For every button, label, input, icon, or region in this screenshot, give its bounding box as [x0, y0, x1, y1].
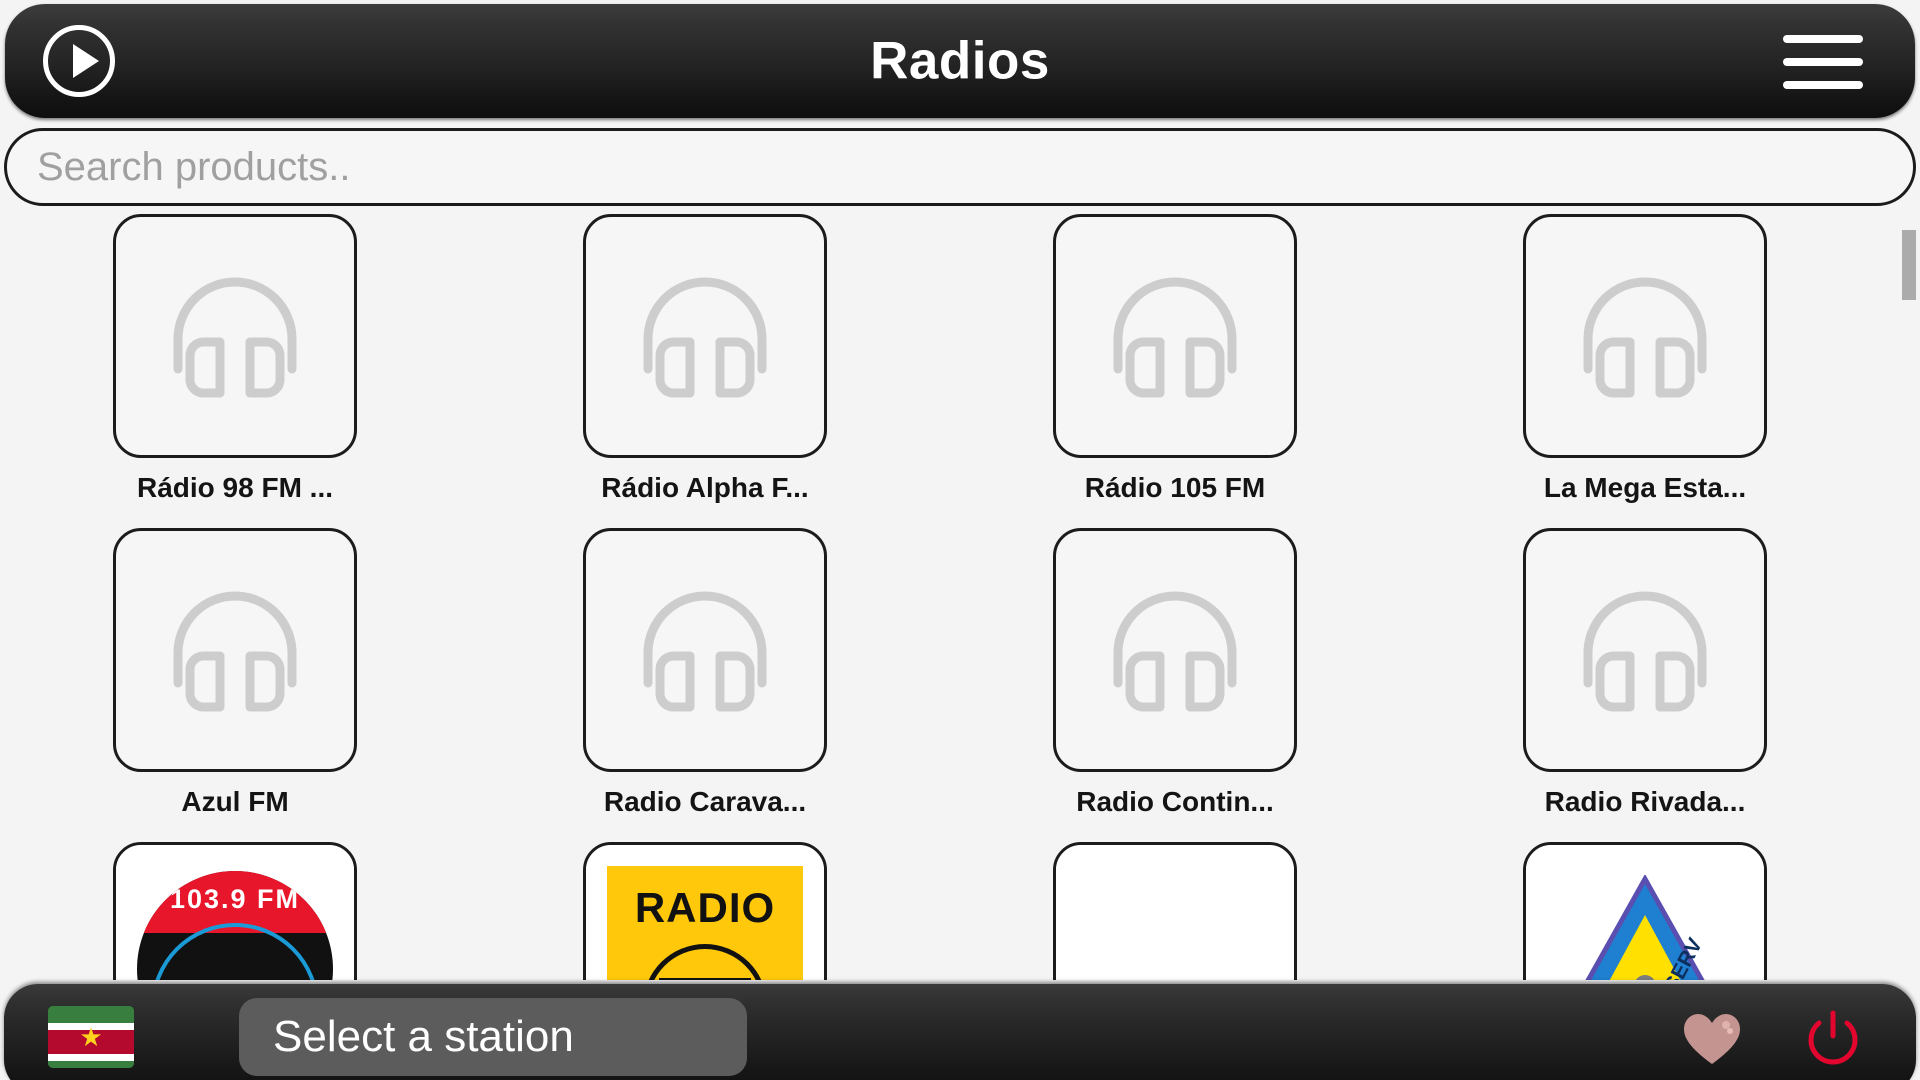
station-thumbnail[interactable] [1523, 214, 1767, 458]
select-station-label: Select a station [273, 1012, 574, 1061]
station-cell[interactable]: Radio Contin... [940, 528, 1410, 816]
station-thumbnail[interactable] [1053, 528, 1297, 772]
headphones-icon [1113, 591, 1237, 712]
station-cell[interactable]: Rádio Alpha F... [470, 214, 940, 502]
logo-triangle-icon: ACMESERV [1585, 875, 1707, 980]
logo-yellow-card: RADIO [607, 866, 803, 980]
station-thumbnail[interactable] [583, 214, 827, 458]
station-name-label: La Mega Esta... [1543, 472, 1747, 503]
station-name-label: Radio Carava... [603, 786, 807, 817]
station-grid: Rádio 98 FM ... Rádio Alpha F... Rádio 105… [0, 214, 1880, 980]
hamburger-menu-icon[interactable] [1783, 33, 1863, 89]
station-logo-radio-yellow: RADIO [586, 845, 824, 980]
select-station-button[interactable]: Select a station [239, 998, 747, 1076]
station-logo-acme: ACMESERV [1526, 845, 1764, 980]
radios-app-window: Radios Rádio 98 FM ...Rádio Alpha F...Rá… [0, 0, 1920, 1080]
station-name-label: Rádio 98 FM ... [136, 472, 334, 503]
station-thumbnail[interactable]: ACMESERV [1523, 842, 1767, 980]
station-thumbnail[interactable]: CB RADIO [1053, 842, 1297, 980]
station-cell[interactable]: CB RADIO [940, 842, 1410, 980]
heart-svg [1684, 1014, 1740, 1064]
page-title: Radios [870, 31, 1050, 91]
headphones-icon [643, 277, 767, 398]
station-cell[interactable]: 103.9 FM [0, 842, 470, 980]
station-thumbnail[interactable]: RADIO [583, 842, 827, 980]
headphones-icon [173, 277, 297, 398]
search-input[interactable] [7, 144, 1913, 190]
power-svg [1808, 1010, 1858, 1065]
station-cell[interactable]: Azul FM [0, 528, 470, 816]
station-cell[interactable]: RADIO [470, 842, 940, 980]
station-name-label: Azul FM [181, 786, 289, 817]
station-grid-scroll-area[interactable]: Rádio 98 FM ... Rádio Alpha F... Rádio 105… [0, 214, 1920, 980]
menu-bar-top [1783, 35, 1863, 43]
station-cell[interactable]: Radio Rivada... [1410, 528, 1880, 816]
heart-icon[interactable] [1672, 1000, 1752, 1078]
station-thumbnail[interactable] [113, 214, 357, 458]
headphones-icon [1583, 591, 1707, 712]
suriname-flag-icon[interactable]: ★ [48, 1006, 134, 1068]
logo-disc: 103.9 FM [137, 871, 333, 980]
logo-sun-arc [643, 944, 767, 980]
flag-stripe-white-bottom [48, 1054, 134, 1061]
station-thumbnail[interactable] [1523, 528, 1767, 772]
station-logo-1039fm: 103.9 FM [116, 845, 354, 980]
logo-frequency-text: 103.9 FM [169, 884, 301, 914]
flag-stripe-green-top [48, 1006, 134, 1023]
flag-stripe-green-bottom [48, 1061, 134, 1068]
station-cell[interactable]: Rádio 98 FM ... [0, 214, 470, 502]
station-cell[interactable]: Rádio 105 FM [940, 214, 1410, 502]
station-cell[interactable]: La Mega Esta... [1410, 214, 1880, 502]
logo-mountain-icon [163, 963, 307, 980]
flag-star-icon: ★ [79, 1022, 103, 1052]
bottom-bar: ★ Select a station [4, 984, 1916, 1080]
menu-bar-middle [1783, 58, 1863, 66]
station-thumbnail[interactable] [1053, 214, 1297, 458]
station-name-label: Rádio 105 FM [1084, 472, 1266, 503]
power-icon[interactable] [1792, 1000, 1874, 1078]
station-name-label: Radio Contin... [1076, 786, 1274, 817]
headphones-icon [1113, 277, 1237, 398]
station-name-label: Rádio Alpha F... [601, 472, 809, 503]
app-header: Radios [5, 4, 1915, 118]
headphones-icon [1583, 277, 1707, 398]
station-thumbnail[interactable]: 103.9 FM [113, 842, 357, 980]
menu-bar-bottom [1783, 81, 1863, 89]
station-name-label: Radio Rivada... [1544, 786, 1746, 817]
logo-inner-panel [659, 978, 751, 980]
logo-radio-text: RADIO [634, 884, 776, 931]
station-cell[interactable]: ACMESERV [1410, 842, 1880, 980]
vertical-scrollbar[interactable] [1902, 220, 1916, 976]
search-bar[interactable] [4, 128, 1916, 206]
station-cell[interactable]: Radio Carava... [470, 528, 940, 816]
station-thumbnail[interactable] [583, 528, 827, 772]
headphones-icon [173, 591, 297, 712]
headphones-icon [643, 591, 767, 712]
station-thumbnail[interactable] [113, 528, 357, 772]
scrollbar-thumb[interactable] [1902, 230, 1916, 300]
station-logo-cb-radio: CB RADIO [1056, 845, 1294, 980]
